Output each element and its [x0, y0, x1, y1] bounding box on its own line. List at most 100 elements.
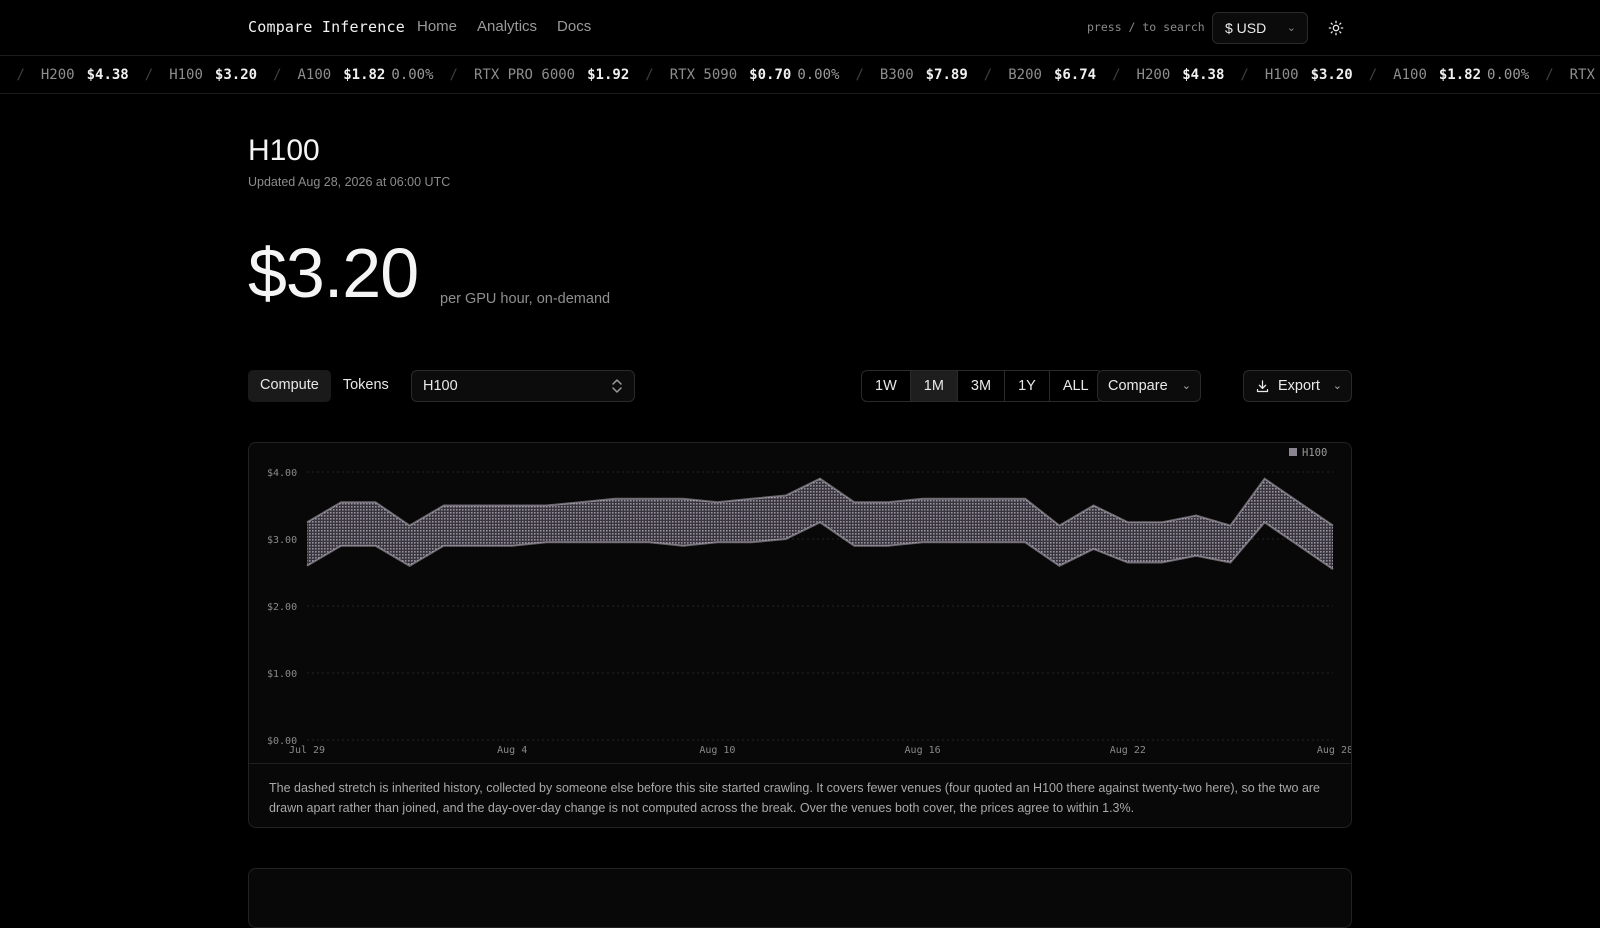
ticker-price: $0.70	[749, 67, 791, 83]
range-1y-button[interactable]: 1Y	[1005, 371, 1050, 401]
mode-toggle: Compute Tokens	[248, 370, 401, 402]
ticker-separator: /	[1240, 67, 1248, 83]
ticker-item[interactable]: B300 $7.89	[880, 67, 968, 83]
ticker-gpu-name: RTX P	[1570, 67, 1600, 83]
ticker-item[interactable]: H200 $4.38	[1137, 67, 1225, 83]
compare-button[interactable]: Compare ⌄	[1097, 370, 1201, 402]
ticker-separator: /	[855, 67, 863, 83]
top-nav: Compare Inference Home Analytics Docs pr…	[0, 0, 1600, 56]
chevron-down-icon: ⌄	[1182, 379, 1191, 392]
ticker-separator: /	[16, 67, 24, 83]
ticker-gpu-name: RTX 5090	[670, 67, 737, 83]
ticker-gpu-name: B200	[1008, 67, 1042, 83]
ticker-price: $3.20	[1311, 67, 1353, 83]
nav-link-docs[interactable]: Docs	[557, 18, 591, 35]
ticker-item[interactable]: A100 $1.82 0.00%	[1393, 67, 1529, 83]
ticker-item[interactable]: RTX 5090 $0.70 0.00%	[670, 67, 840, 83]
mode-tokens-button[interactable]: Tokens	[331, 370, 401, 402]
price-ticker: 4/H200$4.38/H100$3.20/A100$1.820.00%/RTX…	[0, 57, 1600, 94]
ticker-separator: /	[1545, 67, 1553, 83]
theme-toggle-button[interactable]	[1324, 16, 1348, 40]
range-1w-button[interactable]: 1W	[862, 371, 911, 401]
ticker-separator: /	[645, 67, 653, 83]
ticker-price: $3.20	[215, 67, 257, 83]
providers-card	[248, 868, 1352, 928]
ticker-price: $7.89	[926, 67, 968, 83]
chevron-down-icon: ⌄	[1287, 21, 1296, 34]
ticker-separator: /	[984, 67, 992, 83]
mode-compute-button[interactable]: Compute	[248, 370, 331, 402]
ticker-separator: /	[273, 67, 281, 83]
x-tick-label: Aug 28	[1317, 745, 1352, 756]
ticker-gpu-name: A100	[1393, 67, 1427, 83]
time-range-tabs: 1W 1M 3M 1Y ALL	[861, 370, 1103, 402]
ticker-item[interactable]: B200 $6.74	[1008, 67, 1096, 83]
price-chart-card: $0.00$1.00$2.00$3.00$4.00Jul 29Aug 4Aug …	[248, 442, 1352, 828]
ticker-track: 4/H200$4.38/H100$3.20/A100$1.820.00%/RTX…	[0, 67, 1600, 83]
legend-label: H100	[1302, 447, 1327, 459]
export-button[interactable]: Export ⌄	[1243, 370, 1352, 402]
ticker-change: 0.00%	[391, 67, 433, 83]
price-chart[interactable]: $0.00$1.00$2.00$3.00$4.00Jul 29Aug 4Aug …	[249, 443, 1352, 763]
updated-timestamp: Updated Aug 28, 2026 at 06:00 UTC	[248, 175, 450, 189]
export-label: Export	[1278, 378, 1320, 394]
ticker-item[interactable]: RTX PRO 6000 $1.92	[474, 67, 629, 83]
x-tick-label: Aug 4	[497, 745, 527, 756]
ticker-price: $4.38	[87, 67, 129, 83]
page-title: H100	[248, 134, 320, 168]
search-hint[interactable]: press / to search	[1087, 20, 1205, 34]
y-tick-label: $1.00	[267, 669, 297, 680]
chart-footnote: The dashed stretch is inherited history,…	[249, 763, 1352, 828]
range-all-button[interactable]: ALL	[1050, 371, 1102, 401]
ticker-item[interactable]: H100 $3.20	[1265, 67, 1353, 83]
ticker-price: $4.38	[1182, 67, 1224, 83]
y-tick-label: $2.00	[267, 602, 297, 613]
ticker-gpu-name: H100	[169, 67, 203, 83]
range-3m-button[interactable]: 3M	[958, 371, 1005, 401]
range-1m-button[interactable]: 1M	[911, 371, 958, 401]
legend-swatch	[1289, 448, 1297, 456]
brand-logo[interactable]: Compare Inference	[248, 18, 405, 36]
y-tick-label: $4.00	[267, 468, 297, 479]
ticker-gpu-name: H100	[1265, 67, 1299, 83]
x-tick-label: Aug 16	[905, 745, 941, 756]
ticker-gpu-name: H200	[41, 67, 75, 83]
ticker-separator: /	[1369, 67, 1377, 83]
current-price: $3.20	[248, 238, 418, 308]
ticker-item[interactable]: A100 $1.82 0.00%	[298, 67, 434, 83]
x-tick-label: Jul 29	[289, 745, 325, 756]
nav-link-home[interactable]: Home	[417, 18, 457, 35]
x-tick-label: Aug 22	[1110, 745, 1146, 756]
compare-label: Compare	[1108, 378, 1168, 394]
ticker-item[interactable]: RTX P	[1570, 67, 1600, 83]
nav-link-analytics[interactable]: Analytics	[477, 18, 537, 35]
chevron-down-icon: ⌄	[1333, 379, 1342, 392]
price-band-area	[307, 479, 1333, 570]
ticker-separator: /	[145, 67, 153, 83]
sun-icon	[1328, 20, 1344, 36]
download-icon	[1255, 379, 1270, 394]
ticker-price: $1.92	[587, 67, 629, 83]
ticker-item[interactable]: H100 $3.20	[169, 67, 257, 83]
ticker-separator: /	[450, 67, 458, 83]
price-unit: per GPU hour, on-demand	[440, 291, 610, 307]
chevron-up-down-icon	[610, 376, 624, 396]
ticker-gpu-name: H200	[1137, 67, 1171, 83]
ticker-change: 0.00%	[797, 67, 839, 83]
ticker-item[interactable]: H200 $4.38	[41, 67, 129, 83]
ticker-price: $1.82	[343, 67, 385, 83]
currency-select[interactable]: $ USD ⌄	[1212, 12, 1308, 44]
ticker-change: 0.00%	[1487, 67, 1529, 83]
gpu-select[interactable]: H100	[411, 370, 635, 402]
y-tick-label: $3.00	[267, 535, 297, 546]
nav-links: Home Analytics Docs	[417, 18, 591, 35]
ticker-price: $6.74	[1054, 67, 1096, 83]
ticker-separator: /	[1112, 67, 1120, 83]
gpu-select-value: H100	[423, 378, 458, 394]
x-tick-label: Aug 10	[699, 745, 735, 756]
currency-value: $ USD	[1225, 20, 1266, 36]
ticker-gpu-name: A100	[298, 67, 332, 83]
ticker-gpu-name: B300	[880, 67, 914, 83]
ticker-price: $1.82	[1439, 67, 1481, 83]
ticker-gpu-name: RTX PRO 6000	[474, 67, 575, 83]
